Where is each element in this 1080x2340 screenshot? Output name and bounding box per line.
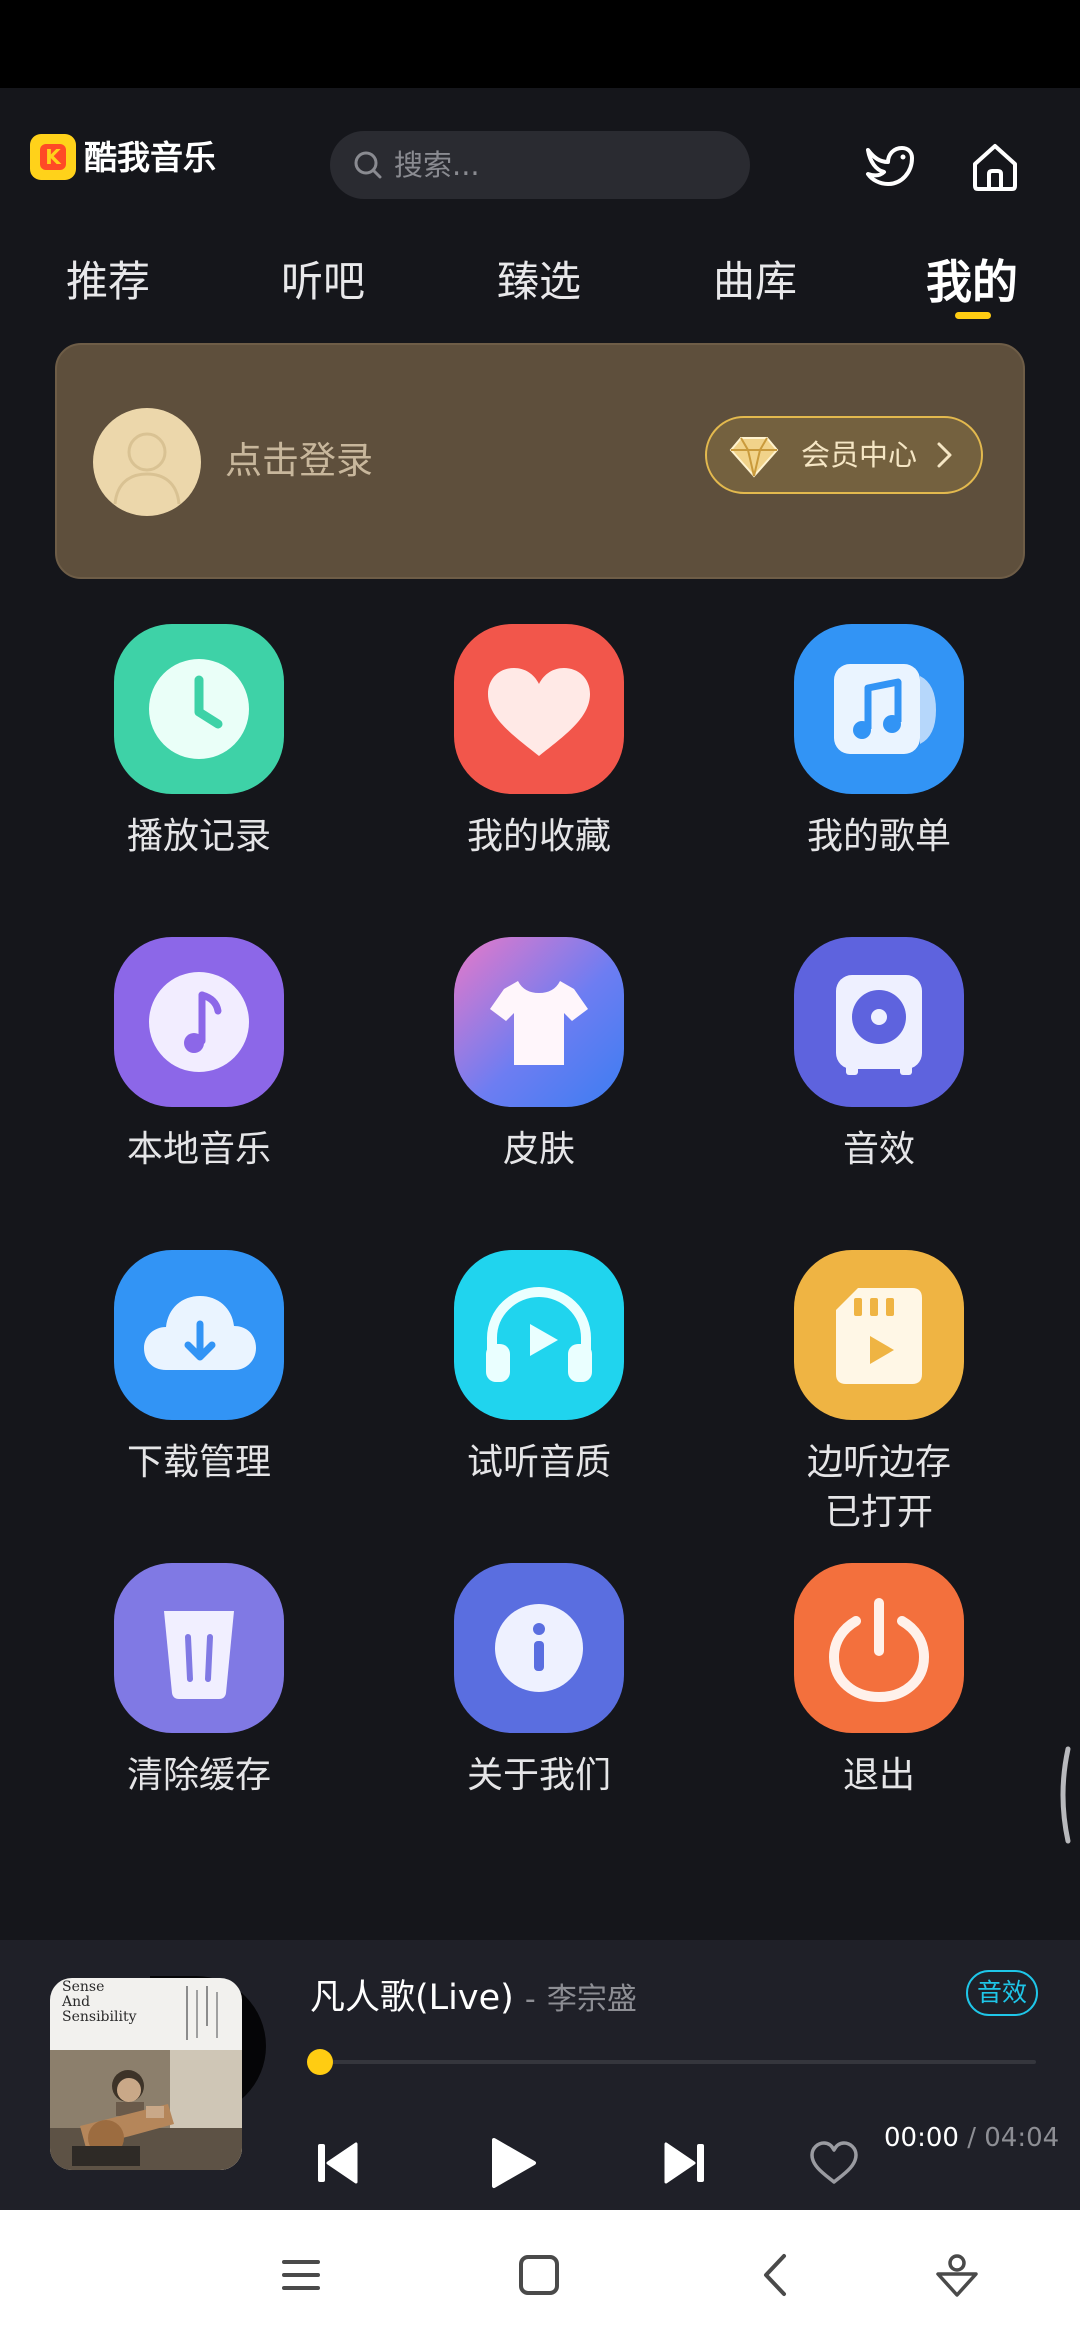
next-track-icon[interactable] bbox=[662, 2138, 708, 2188]
progress-bar[interactable] bbox=[320, 2060, 1036, 2064]
grid-label: 皮肤 bbox=[502, 1129, 575, 1170]
music-disc-icon bbox=[114, 937, 284, 1107]
song-artist: 李宗盛 bbox=[546, 1982, 637, 2017]
grid-item-playlists[interactable]: 我的歌单 bbox=[735, 624, 1015, 884]
clock-icon bbox=[114, 624, 284, 794]
music-note-icon bbox=[794, 624, 964, 794]
heart-outline-icon[interactable] bbox=[808, 2140, 860, 2186]
system-navigation-bar bbox=[0, 2210, 1080, 2340]
vip-center-button[interactable]: 会员中心 bbox=[705, 416, 983, 494]
search-placeholder: 搜索... bbox=[394, 148, 480, 182]
grid-item-favorites[interactable]: 我的收藏 bbox=[395, 624, 675, 884]
search-input[interactable]: 搜索... bbox=[330, 131, 750, 199]
tshirt-icon bbox=[454, 937, 624, 1107]
grid-label: 我的歌单 bbox=[806, 816, 951, 857]
grid-label: 试听音质 bbox=[466, 1442, 611, 1483]
grid-label: 清除缓存 bbox=[126, 1755, 271, 1796]
status-bar bbox=[0, 0, 1080, 88]
menu-icon[interactable] bbox=[276, 2250, 326, 2300]
grid-label: 关于我们 bbox=[466, 1755, 611, 1796]
song-title: 凡人歌(Live) bbox=[310, 1978, 514, 2018]
album-art[interactable]: Sense And Sensibility bbox=[50, 1978, 242, 2170]
grid-label: 退出 bbox=[842, 1755, 915, 1796]
bird-icon[interactable] bbox=[860, 136, 920, 196]
user-placeholder-icon bbox=[113, 432, 181, 505]
headphones-icon bbox=[454, 1250, 624, 1420]
tab-recommend[interactable]: 推荐 bbox=[48, 252, 168, 312]
app-logo-icon: K bbox=[30, 134, 76, 180]
song-info[interactable]: 凡人歌(Live) - 李宗盛 bbox=[310, 1970, 637, 2028]
tab-listen[interactable]: 听吧 bbox=[263, 252, 383, 312]
grid-item-audio-quality[interactable]: 试听音质 bbox=[395, 1250, 675, 1510]
grid-item-local-music[interactable]: 本地音乐 bbox=[55, 937, 335, 1197]
info-icon bbox=[454, 1563, 624, 1733]
mini-player[interactable]: Sense And Sensibility 凡人歌(Live) - 李宗盛 音效 bbox=[0, 1940, 1080, 2210]
speaker-icon bbox=[794, 937, 964, 1107]
tab-library[interactable]: 曲库 bbox=[695, 252, 815, 312]
back-icon[interactable] bbox=[752, 2250, 802, 2300]
home-icon[interactable] bbox=[965, 136, 1025, 196]
grid-label: 下载管理 bbox=[126, 1442, 271, 1483]
vip-center-label: 会员中心 bbox=[801, 438, 918, 472]
login-prompt[interactable]: 点击登录 bbox=[225, 433, 373, 489]
tab-selected[interactable]: 臻选 bbox=[479, 252, 599, 312]
power-icon bbox=[794, 1563, 964, 1733]
sound-effect-badge[interactable]: 音效 bbox=[966, 1970, 1038, 2016]
chevron-right-icon bbox=[937, 442, 952, 468]
grid-label: 边听边存 已打开 bbox=[806, 1442, 951, 1533]
trash-icon bbox=[114, 1563, 284, 1733]
assistant-icon[interactable] bbox=[932, 2250, 982, 2300]
playback-time: 00:00 / 04:04 bbox=[884, 2110, 1059, 2166]
progress-knob[interactable] bbox=[307, 2049, 333, 2075]
grid-item-play-history[interactable]: 播放记录 bbox=[55, 624, 335, 884]
time-separator: / bbox=[967, 2123, 976, 2153]
sd-card-icon bbox=[794, 1250, 964, 1420]
search-icon bbox=[354, 151, 382, 179]
grid-label: 本地音乐 bbox=[126, 1129, 271, 1170]
play-icon[interactable] bbox=[488, 2136, 538, 2190]
active-tab-indicator bbox=[955, 312, 991, 319]
grid-label: 播放记录 bbox=[126, 816, 271, 857]
login-card[interactable]: 点击登录 会员中心 bbox=[55, 343, 1025, 579]
tab-mine[interactable]: 我的 bbox=[912, 252, 1032, 312]
heart-icon bbox=[454, 624, 624, 794]
grid-item-logout[interactable]: 退出 bbox=[735, 1563, 1015, 1823]
app-title: 酷我音乐 bbox=[84, 138, 216, 177]
grid-item-downloads[interactable]: 下载管理 bbox=[55, 1250, 335, 1510]
previous-track-icon[interactable] bbox=[314, 2138, 360, 2188]
grid-item-skin[interactable]: 皮肤 bbox=[395, 937, 675, 1197]
grid-item-cache-while-listening[interactable]: 边听边存 已打开 bbox=[735, 1250, 1015, 1533]
grid-label: 我的收藏 bbox=[466, 816, 611, 857]
cloud-download-icon bbox=[114, 1250, 284, 1420]
home-square-icon[interactable] bbox=[514, 2250, 564, 2300]
avatar[interactable] bbox=[93, 408, 201, 516]
grid-label: 音效 bbox=[842, 1129, 915, 1170]
grid-item-about-us[interactable]: 关于我们 bbox=[395, 1563, 675, 1823]
edge-handle[interactable] bbox=[1054, 1745, 1072, 1845]
diamond-icon bbox=[729, 437, 779, 478]
current-time: 00:00 bbox=[884, 2123, 959, 2153]
grid-item-sound-effects[interactable]: 音效 bbox=[735, 937, 1015, 1197]
total-time: 04:04 bbox=[984, 2123, 1060, 2153]
song-separator: - bbox=[524, 1982, 536, 2017]
grid-item-clear-cache[interactable]: 清除缓存 bbox=[55, 1563, 335, 1823]
